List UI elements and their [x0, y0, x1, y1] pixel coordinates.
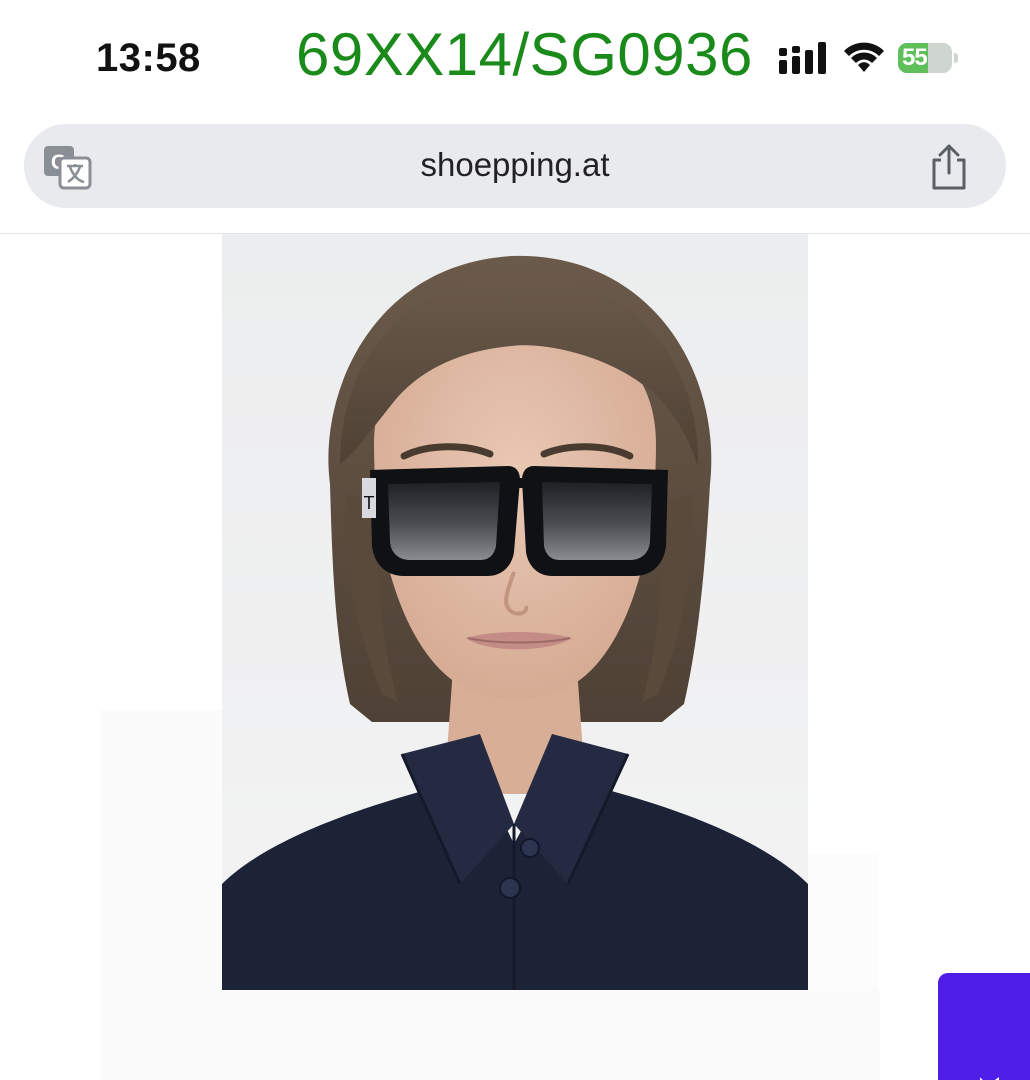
battery-cap — [954, 53, 958, 63]
overlay-product-code: 69XX14/SG0936 — [296, 21, 753, 88]
cellular-signal-icon — [779, 42, 826, 74]
url-text[interactable]: shoepping.at — [24, 146, 1006, 184]
phone-screen: 13:58 69XX14/SG0936 55 G — [0, 0, 1030, 1080]
address-bar[interactable]: G shoepping.at — [24, 124, 1006, 208]
svg-text:T: T — [364, 493, 375, 513]
web-page-content: T — [0, 234, 1030, 1080]
background-panel-bottom — [100, 990, 880, 1080]
product-image[interactable]: T — [222, 234, 808, 990]
status-time: 13:58 — [96, 36, 201, 80]
wifi-icon — [844, 42, 884, 72]
battery-percentage: 55 — [902, 44, 928, 71]
feedback-tab[interactable]: ack — [938, 973, 1030, 1080]
battery-icon: 55 — [898, 43, 960, 73]
share-icon[interactable] — [926, 142, 972, 192]
status-bar: 13:58 69XX14/SG0936 55 — [0, 0, 1030, 112]
battery-body: 55 — [898, 43, 952, 73]
